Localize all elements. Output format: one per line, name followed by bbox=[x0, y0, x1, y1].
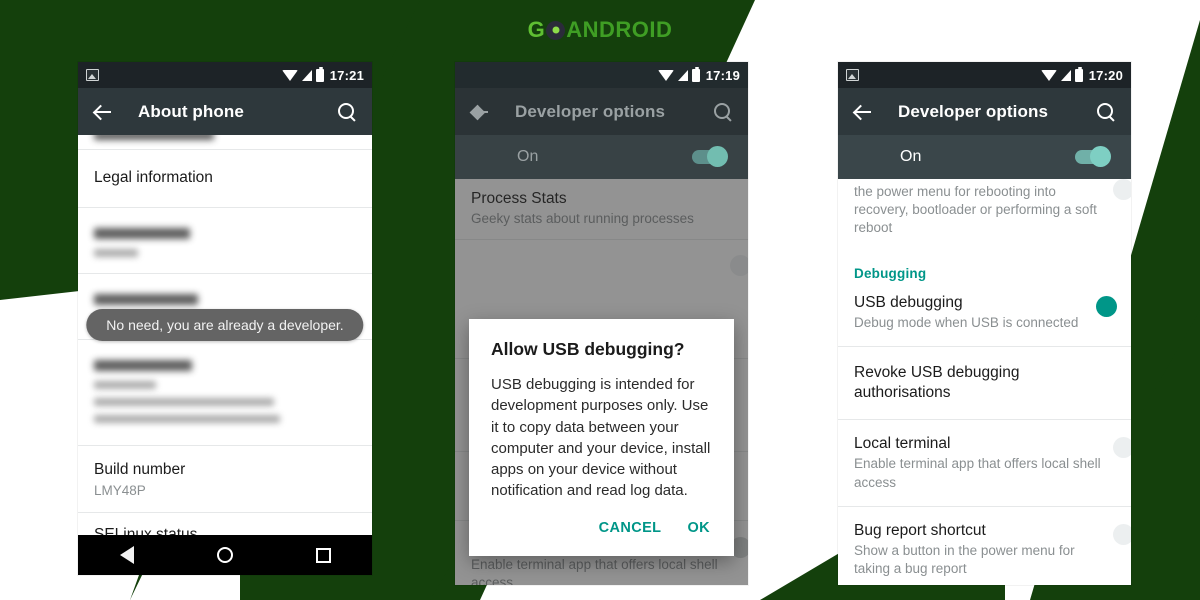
screenshot-icon bbox=[86, 69, 99, 81]
list-item-title: Local terminal bbox=[854, 435, 951, 452]
status-time: 17:21 bbox=[329, 67, 364, 83]
status-time: 17:19 bbox=[705, 67, 740, 83]
master-switch-toggle[interactable] bbox=[692, 146, 728, 167]
section-header-debugging: Debugging bbox=[854, 265, 927, 281]
back-arrow-icon[interactable] bbox=[469, 101, 491, 123]
dialog-title: Allow USB debugging? bbox=[491, 339, 685, 359]
nav-back-icon[interactable] bbox=[119, 546, 134, 564]
master-switch-label: On bbox=[900, 148, 922, 165]
cancel-button[interactable]: CANCEL bbox=[599, 520, 662, 536]
status-bar: 17:21 bbox=[78, 62, 372, 88]
list-item-obscured[interactable] bbox=[78, 208, 372, 273]
phone-screenshot-usb-debugging-dialog: 17:19 Developer options On Process Stats… bbox=[455, 62, 748, 585]
wifi-icon bbox=[657, 69, 674, 81]
developer-options-master-switch[interactable]: On bbox=[838, 135, 1131, 179]
partial-row-top bbox=[78, 135, 372, 149]
app-bar: Developer options bbox=[838, 88, 1131, 135]
list-item-title: Revoke USB debugging authorisations bbox=[854, 364, 1020, 401]
battery-icon bbox=[315, 66, 324, 82]
wifi-icon bbox=[1040, 69, 1057, 81]
status-bar: 17:19 bbox=[455, 62, 748, 88]
list-item-title: Bug report shortcut bbox=[854, 521, 986, 539]
battery-icon bbox=[1074, 66, 1083, 82]
list-item-subtitle: Show a button in the power menu for taki… bbox=[854, 543, 1075, 577]
settings-list[interactable]: Legal information Build number LMY48P SE… bbox=[78, 135, 372, 535]
page-title: About phone bbox=[138, 101, 244, 121]
ok-button[interactable]: OK bbox=[687, 520, 710, 536]
status-time: 17:20 bbox=[1088, 67, 1123, 83]
list-item-title: Legal information bbox=[94, 169, 213, 186]
list-item-title: SELinux status bbox=[94, 525, 198, 535]
search-icon[interactable] bbox=[336, 101, 358, 123]
logo-wordmark: ANDROID bbox=[566, 17, 673, 43]
obscured-title bbox=[94, 360, 192, 372]
list-item-revoke-usb-authorisations[interactable]: Revoke USB debugging authorisations bbox=[838, 347, 1131, 419]
list-item-bug-report-shortcut[interactable]: Bug report shortcut Show a button in the… bbox=[838, 507, 1131, 585]
list-item-subtitle: LMY48P bbox=[94, 482, 146, 498]
list-item-subtitle: Enable terminal app that offers local sh… bbox=[854, 456, 1101, 490]
battery-icon bbox=[691, 66, 700, 82]
signal-icon bbox=[1060, 69, 1071, 81]
list-item-subtitle: the power menu for rebooting into recove… bbox=[854, 184, 1097, 236]
allow-usb-debugging-dialog: Allow USB debugging? USB debugging is in… bbox=[469, 319, 734, 556]
obscured-title bbox=[94, 228, 190, 240]
app-bar: Developer options bbox=[455, 88, 748, 135]
navigation-bar bbox=[78, 535, 372, 575]
signal-icon bbox=[301, 69, 312, 81]
master-switch-label: On bbox=[517, 148, 539, 165]
wifi-icon bbox=[281, 69, 298, 81]
list-item-local-terminal[interactable]: Local terminal Enable terminal app that … bbox=[838, 420, 1131, 506]
list-item-subtitle: Debug mode when USB is connected bbox=[854, 315, 1079, 331]
list-item-selinux-status[interactable]: SELinux status Enforcing bbox=[78, 513, 372, 535]
page-title: Developer options bbox=[515, 101, 666, 121]
list-item-build-number[interactable]: Build number LMY48P bbox=[78, 446, 372, 512]
settings-list[interactable]: Process Stats Geeky stats about running … bbox=[455, 179, 748, 585]
list-item-title: USB debugging bbox=[854, 293, 963, 311]
obscured-subtitle bbox=[94, 415, 280, 424]
obscured-text bbox=[94, 135, 214, 140]
signal-icon bbox=[677, 69, 688, 81]
obscured-title bbox=[94, 294, 198, 306]
list-item-advanced-reboot[interactable]: the power menu for rebooting into recove… bbox=[838, 179, 1131, 250]
list-item-legal-information[interactable]: Legal information bbox=[78, 150, 372, 207]
phone-screenshot-developer-options: 17:20 Developer options On the power men… bbox=[838, 62, 1131, 585]
list-item-obscured[interactable] bbox=[78, 340, 372, 445]
settings-list[interactable]: the power menu for rebooting into recove… bbox=[838, 179, 1131, 585]
toast-message: No need, you are already a developer. bbox=[86, 309, 364, 341]
developer-options-master-switch[interactable]: On bbox=[455, 135, 748, 179]
logo-letter-g: G bbox=[527, 17, 546, 43]
nav-recents-icon[interactable] bbox=[315, 547, 331, 563]
list-item-usb-debugging[interactable]: USB debugging Debug mode when USB is con… bbox=[838, 287, 1131, 347]
screenshot-icon bbox=[846, 69, 859, 81]
search-icon[interactable] bbox=[712, 101, 734, 123]
logo-o-dot-icon bbox=[546, 20, 566, 40]
search-icon[interactable] bbox=[1095, 101, 1117, 123]
app-bar: About phone bbox=[78, 88, 372, 135]
back-arrow-icon[interactable] bbox=[92, 101, 114, 123]
site-logo: G ANDROID bbox=[0, 18, 1200, 41]
obscured-subtitle bbox=[94, 249, 138, 258]
phone-screenshot-about-phone: 17:21 About phone Legal information Buil… bbox=[78, 62, 372, 575]
dialog-body: USB debugging is intended for developmen… bbox=[491, 376, 711, 500]
status-bar: 17:20 bbox=[838, 62, 1131, 88]
nav-home-icon[interactable] bbox=[216, 547, 233, 563]
list-item-title: Build number bbox=[94, 461, 186, 479]
back-arrow-icon[interactable] bbox=[852, 101, 874, 123]
obscured-subtitle bbox=[94, 381, 156, 390]
dialog-actions: CANCEL OK bbox=[491, 502, 712, 548]
page-title: Developer options bbox=[898, 101, 1049, 121]
obscured-subtitle bbox=[94, 398, 274, 407]
master-switch-toggle[interactable] bbox=[1075, 146, 1111, 167]
